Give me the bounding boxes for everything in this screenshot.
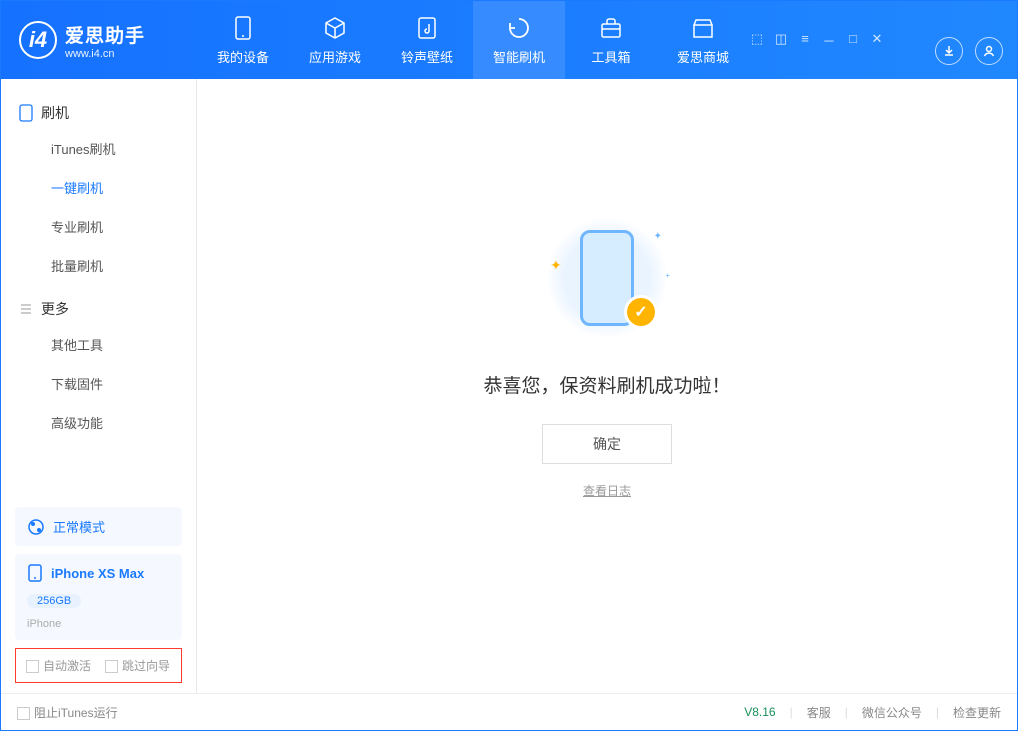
logo-icon: i4 (19, 21, 57, 59)
main-content: ✦ ✦ + ✓ 恭喜您，保资料刷机成功啦！ 确定 查看日志 (197, 79, 1017, 693)
tab-smart-flash[interactable]: 智能刷机 (473, 1, 565, 79)
device-icon (27, 564, 43, 582)
cube-icon (322, 15, 348, 41)
close-button[interactable]: ✕ (869, 31, 885, 50)
sidebar: 刷机 iTunes刷机 一键刷机 专业刷机 批量刷机 更多 其他工具 下载固件 … (1, 79, 197, 693)
device-type: iPhone (27, 618, 61, 630)
success-message: 恭喜您，保资料刷机成功啦！ (483, 371, 730, 398)
device-name: iPhone XS Max (51, 566, 144, 581)
tab-label: 工具箱 (591, 47, 630, 66)
tab-label: 铃声壁纸 (401, 47, 453, 66)
tab-my-device[interactable]: 我的设备 (197, 1, 289, 79)
section-title: 刷机 (41, 103, 69, 123)
tab-label: 爱思商城 (677, 47, 729, 66)
sidebar-item-other-tools[interactable]: 其他工具 (1, 325, 196, 364)
tab-label: 智能刷机 (493, 47, 545, 66)
check-badge-icon: ✓ (624, 295, 658, 329)
sidebar-item-pro-flash[interactable]: 专业刷机 (1, 207, 196, 246)
nav-tabs: 我的设备 应用游戏 铃声壁纸 智能刷机 工具箱 爱思商城 (197, 1, 749, 79)
mode-icon (27, 518, 45, 536)
mode-label: 正常模式 (53, 517, 105, 536)
sparkle-icon: ✦ (550, 257, 562, 274)
footer-link-wechat[interactable]: 微信公众号 (862, 704, 922, 721)
tab-apps-games[interactable]: 应用游戏 (289, 1, 381, 79)
checkbox-skip-guide[interactable]: 跳过向导 (105, 657, 170, 674)
storage-badge: 256GB (27, 594, 81, 608)
sparkle-icon: + (665, 271, 670, 280)
user-button[interactable] (975, 37, 1003, 65)
device-icon (230, 15, 256, 41)
sidebar-section-more: 更多 (1, 293, 196, 325)
sidebar-item-advanced[interactable]: 高级功能 (1, 403, 196, 442)
app-title: 爱思助手 (65, 21, 145, 48)
list-icon (19, 302, 33, 316)
phone-icon (19, 104, 33, 122)
version-label: V8.16 (744, 705, 775, 719)
store-icon (690, 15, 716, 41)
logo-area: i4 爱思助手 www.i4.cn (1, 21, 197, 60)
app-subtitle: www.i4.cn (65, 48, 145, 60)
sidebar-item-batch-flash[interactable]: 批量刷机 (1, 246, 196, 285)
maximize-button[interactable]: □ (845, 31, 861, 50)
checkbox-auto-activate[interactable]: 自动激活 (26, 657, 91, 674)
tab-store[interactable]: 爱思商城 (657, 1, 749, 79)
footer: 阻止iTunes运行 V8.16 | 客服 | 微信公众号 | 检查更新 (1, 693, 1017, 730)
toolbox-icon (598, 15, 624, 41)
footer-link-support[interactable]: 客服 (807, 704, 831, 721)
minimize-button[interactable]: － (821, 31, 837, 50)
device-card[interactable]: iPhone XS Max 256GB iPhone (15, 554, 182, 640)
app-header: i4 爱思助手 www.i4.cn 我的设备 应用游戏 铃声壁纸 智能刷机 工具… (1, 1, 1017, 79)
tab-toolbox[interactable]: 工具箱 (565, 1, 657, 79)
menu-icon[interactable]: ≡ (797, 31, 813, 50)
view-log-link[interactable]: 查看日志 (583, 482, 631, 499)
tab-label: 应用游戏 (309, 47, 361, 66)
tab-ringtones-wallpaper[interactable]: 铃声壁纸 (381, 1, 473, 79)
sparkle-icon: ✦ (654, 231, 662, 242)
sidebar-section-flash: 刷机 (1, 97, 196, 129)
sidebar-item-oneclick-flash[interactable]: 一键刷机 (1, 168, 196, 207)
options-highlight-box: 自动激活 跳过向导 (15, 648, 182, 683)
success-illustration: ✦ ✦ + ✓ (542, 213, 672, 343)
footer-link-update[interactable]: 检查更新 (953, 704, 1001, 721)
download-button[interactable] (935, 37, 963, 65)
confirm-button[interactable]: 确定 (542, 424, 672, 464)
shirt-icon[interactable]: ⬚ (749, 31, 765, 50)
tab-label: 我的设备 (217, 47, 269, 66)
section-title: 更多 (41, 299, 69, 319)
sidebar-item-download-firmware[interactable]: 下载固件 (1, 364, 196, 403)
mode-card[interactable]: 正常模式 (15, 507, 182, 546)
refresh-shield-icon (506, 15, 532, 41)
checkbox-block-itunes[interactable]: 阻止iTunes运行 (17, 704, 118, 721)
music-file-icon (414, 15, 440, 41)
sidebar-item-itunes-flash[interactable]: iTunes刷机 (1, 129, 196, 168)
lock-icon[interactable]: ◫ (773, 31, 789, 50)
window-controls: ⬚ ◫ ≡ － □ ✕ (749, 31, 885, 50)
